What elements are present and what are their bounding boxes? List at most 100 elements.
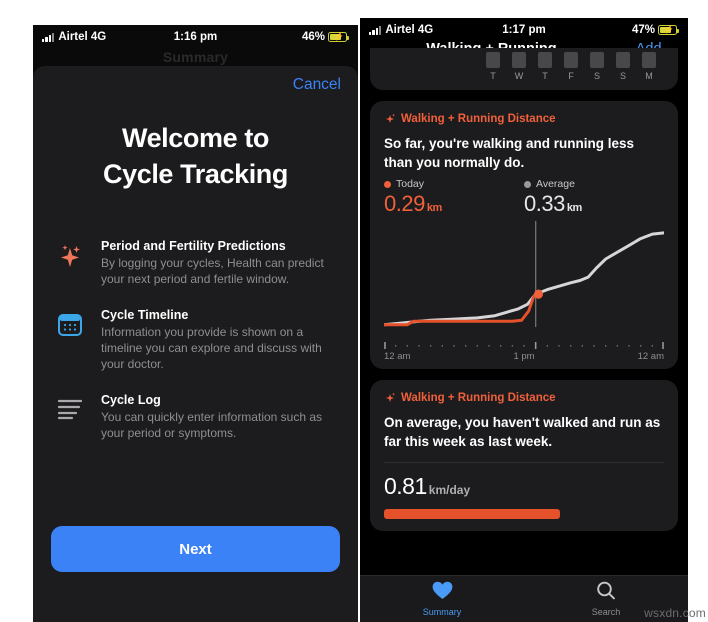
heart-icon (432, 581, 453, 605)
feature-item-predictions: Period and Fertility Predictions By logg… (53, 238, 340, 287)
next-button[interactable]: Next (51, 526, 340, 572)
chart-line-average (382, 231, 666, 327)
feature-title: Cycle Log (101, 393, 161, 407)
week-day-column: T (486, 52, 500, 81)
card-header: Walking + Running Distance (384, 113, 664, 125)
right-phone-screen: Airtel 4G 1:17 pm 47% ⚡ Back Walking + R… (360, 18, 688, 622)
weekly-average-bar (384, 509, 561, 519)
weekly-average-card[interactable]: Walking + Running Distance On average, y… (370, 380, 678, 531)
card-header-label: Walking + Running Distance (401, 113, 556, 125)
carrier-label: Airtel 4G (385, 24, 434, 36)
week-day-label: W (514, 71, 524, 81)
week-day-column: T (538, 52, 552, 81)
stat-today: Today 0.29 km (384, 178, 524, 217)
sparkle-icon (384, 113, 396, 125)
week-day-label: T (542, 71, 548, 81)
card-divider (384, 462, 664, 463)
battery-charging-icon: ⚡ (658, 25, 679, 35)
card-header: Walking + Running Distance (384, 392, 664, 404)
week-day-label: F (568, 71, 574, 81)
week-day-label: T (490, 71, 496, 81)
battery-percent-label: 47% (631, 24, 655, 36)
week-day-bar (512, 52, 526, 68)
week-day-bar (538, 52, 552, 68)
stat-average-value-row: 0.33 km (524, 191, 664, 217)
today-vs-average-card[interactable]: Walking + Running Distance So far, you'r… (370, 101, 678, 369)
status-bar-left-group: Airtel 4G (42, 31, 106, 43)
calendar-icon (53, 307, 87, 372)
card-message: So far, you're walking and running less … (384, 136, 635, 170)
chart-axis-labels: 12 am 1 pm 12 am (384, 351, 664, 362)
weekly-average-unit: km/day (428, 483, 471, 497)
feature-text-predictions: Period and Fertility Predictions By logg… (101, 238, 340, 287)
tab-search-label: Search (591, 607, 621, 617)
weekly-average-value-row: 0.81 km/day (384, 473, 664, 500)
stat-today-label: Today (396, 178, 425, 190)
axis-label-right: 12 am (637, 351, 664, 362)
sparkle-icon (384, 392, 396, 404)
feature-description: By logging your cycles, Health can predi… (101, 256, 324, 286)
welcome-title-line-2: Cycle Tracking (103, 159, 288, 189)
weekly-average-value: 0.81 (384, 473, 427, 499)
week-day-column: S (616, 52, 630, 81)
stat-average-unit: km (566, 202, 582, 214)
left-phone-screen: Airtel 4G 1:16 pm 46% ⚡ Summary Cancel W… (33, 25, 358, 622)
status-bar-right-group: 46% ⚡ (301, 31, 349, 43)
signal-bars-icon (42, 32, 55, 42)
legend-dot-average (524, 180, 531, 188)
week-day-column: S (590, 52, 604, 81)
week-day-column: F (564, 52, 578, 81)
cancel-button[interactable]: Cancel (293, 76, 341, 94)
stat-today-unit: km (426, 202, 442, 214)
week-day-bar (486, 52, 500, 68)
week-day-label: M (645, 71, 653, 81)
axis-label-left: 12 am (384, 351, 411, 362)
week-day-bar (642, 52, 656, 68)
scroll-content[interactable]: T W T F S S M Walking + Running Distance So fa… (360, 48, 688, 576)
stat-average-value: 0.33 (524, 191, 565, 216)
welcome-title: Welcome to Cycle Tracking (55, 120, 336, 192)
status-bar-right-group: 47% ⚡ (631, 24, 679, 36)
feature-description: You can quickly enter information such a… (101, 410, 323, 440)
feature-list: Period and Fertility Predictions By logg… (53, 238, 340, 441)
tab-summary-label: Summary (422, 607, 462, 617)
axis-label-center: 1 pm (513, 351, 535, 362)
week-bars-row: TWTFSSM (370, 52, 678, 81)
battery-percent-label: 46% (301, 31, 325, 43)
tab-summary[interactable]: Summary (360, 576, 524, 622)
week-chart-card[interactable]: TWTFSSM (370, 48, 678, 90)
stat-today-label-row: Today (384, 178, 524, 190)
legend-dot-today (384, 180, 391, 188)
feature-title: Cycle Timeline (101, 308, 189, 322)
status-bar-left-group: Airtel 4G (369, 24, 433, 36)
week-day-bar (616, 52, 630, 68)
tab-bar: Summary Search (360, 575, 688, 622)
signal-bars-icon (369, 25, 382, 35)
card-message: On average, you haven't walked and run a… (384, 415, 661, 449)
sheet-header: Cancel (33, 66, 358, 112)
stat-average: Average 0.33 km (524, 178, 664, 217)
search-icon (596, 581, 616, 605)
week-day-column: M (642, 52, 656, 81)
status-bar-left: Airtel 4G 1:16 pm 46% ⚡ (33, 25, 358, 49)
stat-today-value: 0.29 (384, 191, 425, 216)
stat-today-value-row: 0.29 km (384, 191, 524, 217)
week-day-bar (564, 52, 578, 68)
stat-average-label: Average (536, 178, 575, 190)
feature-item-timeline: Cycle Timeline Information you provide i… (53, 307, 340, 372)
feature-title: Period and Fertility Predictions (101, 239, 286, 253)
list-lines-icon (53, 392, 87, 441)
welcome-title-line-1: Welcome to (121, 123, 270, 153)
watermark: wsxdn.com (644, 606, 706, 620)
battery-charging-icon: ⚡ (328, 32, 349, 42)
card-header-label: Walking + Running Distance (401, 392, 556, 404)
distance-line-chart[interactable]: 12 am 1 pm 12 am (382, 219, 666, 362)
chart-today-marker (534, 289, 544, 299)
feature-description: Information you provide is shown on a ti… (101, 325, 322, 371)
sparkle-icon (53, 238, 87, 287)
stats-row: Today 0.29 km Average 0.33 km (384, 178, 664, 217)
stat-average-label-row: Average (524, 178, 664, 190)
week-day-bar (590, 52, 604, 68)
carrier-label: Airtel 4G (58, 31, 107, 43)
week-day-label: S (593, 71, 600, 81)
